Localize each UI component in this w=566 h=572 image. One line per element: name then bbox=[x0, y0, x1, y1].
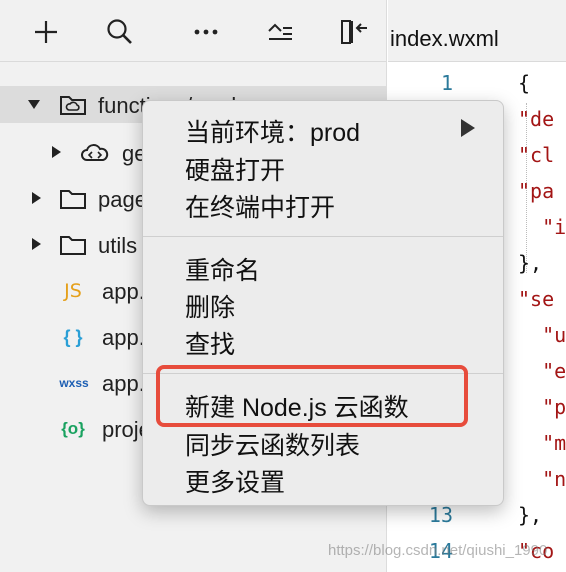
plus-icon[interactable] bbox=[28, 14, 64, 50]
wxss-file-icon: wxss bbox=[59, 376, 89, 390]
chevron-right-icon[interactable] bbox=[32, 192, 41, 204]
explorer-toolbar bbox=[0, 0, 386, 62]
code-line: "m bbox=[518, 431, 566, 455]
submenu-arrow-icon bbox=[461, 119, 475, 137]
folder-icon bbox=[58, 186, 88, 212]
cloud-function-icon bbox=[78, 140, 112, 166]
ellipsis-icon[interactable] bbox=[188, 14, 224, 50]
tree-item-label: utils bbox=[98, 233, 138, 258]
folder-icon bbox=[58, 232, 88, 258]
line-number: 1 bbox=[440, 71, 453, 95]
editor-tab[interactable]: index.wxml bbox=[388, 0, 566, 62]
menu-item-current-env[interactable]: 当前环境：prod bbox=[185, 113, 360, 149]
search-icon[interactable] bbox=[102, 14, 138, 50]
collapse-all-icon[interactable] bbox=[262, 14, 298, 50]
context-menu: 当前环境：prod 硬盘打开 在终端中打开 重命名 删除 查找 新建 Node.… bbox=[142, 100, 504, 506]
code-line: { bbox=[518, 71, 531, 95]
split-panel-icon[interactable] bbox=[336, 14, 372, 50]
line-number: 13 bbox=[428, 503, 453, 527]
chevron-right-icon[interactable] bbox=[32, 238, 41, 250]
code-line: "se bbox=[518, 287, 555, 311]
js-file-icon: JS bbox=[64, 280, 82, 302]
menu-item-rename[interactable]: 重命名 bbox=[185, 251, 260, 287]
code-line: "n bbox=[518, 467, 566, 491]
menu-item-open-terminal[interactable]: 在终端中打开 bbox=[185, 188, 335, 224]
code-line: "de bbox=[518, 107, 555, 131]
watermark: https://blog.csdn.net/qiushi_1990 bbox=[328, 542, 548, 559]
menu-divider bbox=[143, 236, 503, 237]
json-file-icon: { } bbox=[63, 326, 83, 347]
chevron-right-icon[interactable] bbox=[52, 146, 61, 158]
cloud-folder-icon bbox=[58, 92, 88, 118]
code-line: "p bbox=[518, 395, 566, 419]
menu-item-find[interactable]: 查找 bbox=[185, 325, 235, 361]
code-line: "u bbox=[518, 323, 566, 347]
menu-item-more-settings[interactable]: 更多设置 bbox=[185, 463, 285, 499]
config-file-icon: {o} bbox=[61, 419, 85, 438]
menu-item-sync-list[interactable]: 同步云函数列表 bbox=[185, 426, 360, 462]
editor-tab-label: index.wxml bbox=[390, 26, 499, 51]
menu-item-delete[interactable]: 删除 bbox=[185, 288, 235, 324]
highlight-annotation bbox=[156, 365, 468, 427]
code-line: "pa bbox=[518, 179, 555, 203]
code-line: }, bbox=[518, 503, 543, 527]
code-line: "i bbox=[518, 215, 566, 239]
code-line: "cl bbox=[518, 143, 555, 167]
menu-item-open-disk[interactable]: 硬盘打开 bbox=[185, 151, 285, 187]
code-line: "e bbox=[518, 359, 566, 383]
code-line: }, bbox=[518, 251, 543, 275]
chevron-down-icon[interactable] bbox=[28, 100, 40, 109]
